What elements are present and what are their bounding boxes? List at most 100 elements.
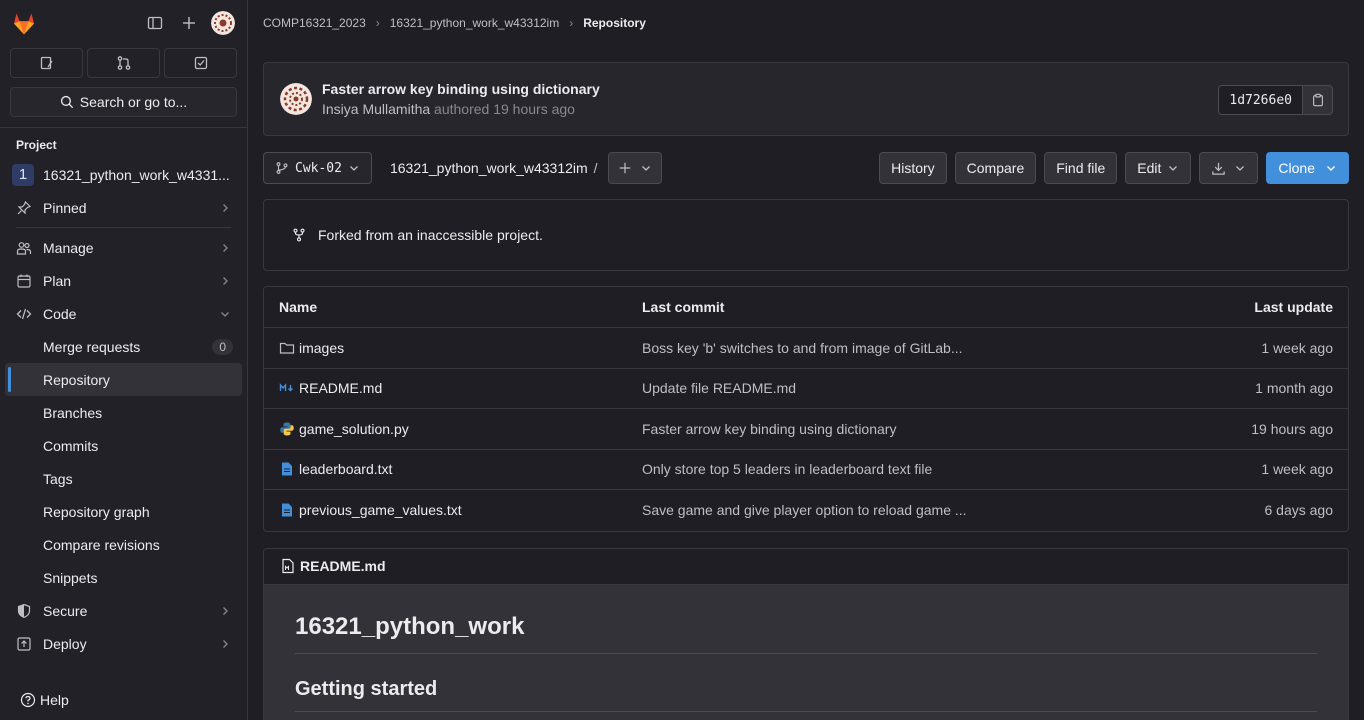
- sidebar-item-merge-requests[interactable]: Merge requests 0: [0, 330, 247, 363]
- file-last-update: 19 hours ago: [1251, 420, 1333, 437]
- calendar-icon: [16, 273, 32, 289]
- file-last-commit[interactable]: Update file README.md: [642, 380, 1133, 396]
- add-to-tree-dropdown[interactable]: [607, 152, 662, 184]
- sidebar-item-branches[interactable]: Branches: [0, 396, 247, 429]
- commit-time: authored 19 hours ago: [434, 101, 575, 117]
- commit-sha[interactable]: 1d7266e0: [1218, 85, 1303, 115]
- help-label: Help: [40, 692, 69, 708]
- search-button[interactable]: Search or go to...: [10, 87, 237, 117]
- table-row[interactable]: previous_game_values.txt Save game and g…: [264, 490, 1348, 531]
- sidebar-item-repository[interactable]: Repository: [5, 363, 242, 396]
- table-header: Name Last commit Last update: [264, 287, 1348, 328]
- deploy-icon: [16, 636, 32, 652]
- history-button[interactable]: History: [879, 152, 947, 184]
- copy-sha-button[interactable]: [1303, 85, 1333, 115]
- commit-title[interactable]: Faster arrow key binding using dictionar…: [322, 81, 600, 97]
- project-link[interactable]: 1 16321_python_work_w4331...: [0, 158, 247, 191]
- gitlab-logo-icon[interactable]: [10, 9, 38, 37]
- sidebar: Search or go to... Project 1 16321_pytho…: [0, 0, 248, 720]
- branch-selector[interactable]: Cwk-02: [263, 152, 372, 184]
- chevron-right-icon: [219, 242, 231, 254]
- sidebar-item-label: Tags: [43, 470, 73, 487]
- todo-icon: [194, 56, 207, 70]
- column-header-name: Name: [279, 299, 318, 315]
- breadcrumb-separator-icon: ›: [569, 16, 574, 30]
- file-last-commit[interactable]: Faster arrow key binding using dictionar…: [642, 421, 1133, 437]
- text-file-icon: [279, 461, 295, 477]
- user-avatar[interactable]: [211, 11, 235, 35]
- file-name[interactable]: previous_game_values.txt: [299, 502, 462, 518]
- sidebar-item-manage[interactable]: Manage: [0, 231, 247, 264]
- sidebar-item-pinned[interactable]: Pinned: [0, 191, 247, 224]
- sidebar-toggle-icon[interactable]: [143, 11, 167, 35]
- last-commit-panel: Faster arrow key binding using dictionar…: [263, 62, 1349, 136]
- chevron-down-icon: [219, 308, 231, 320]
- sidebar-item-commits[interactable]: Commits: [0, 429, 247, 462]
- sidebar-item-label: Code: [43, 305, 77, 322]
- sidebar-item-label: Merge requests: [43, 338, 141, 355]
- sidebar-item-code[interactable]: Code: [0, 297, 247, 330]
- breadcrumb-group[interactable]: COMP16321_2023: [263, 16, 366, 30]
- file-last-commit[interactable]: Only store top 5 leaders in leaderboard …: [642, 461, 1133, 477]
- table-row[interactable]: README.md Update file README.md 1 month …: [264, 369, 1348, 409]
- readme-filename[interactable]: README.md: [300, 558, 386, 574]
- search-label: Search or go to...: [79, 94, 188, 110]
- download-icon: [1212, 162, 1226, 175]
- search-icon: [60, 95, 73, 109]
- chevron-down-icon: [1327, 166, 1335, 171]
- file-name[interactable]: leaderboard.txt: [299, 461, 392, 477]
- file-name[interactable]: images: [299, 340, 344, 356]
- readme-heading-1: 16321_python_work: [295, 613, 1317, 654]
- commit-meta: Insiya Mullamitha authored 19 hours ago: [322, 101, 600, 117]
- issues-button[interactable]: [10, 48, 83, 78]
- code-icon: [16, 306, 32, 322]
- merge-request-icon: [117, 56, 130, 70]
- count-badge: 0: [212, 338, 233, 355]
- breadcrumb-separator-icon: ›: [375, 16, 380, 30]
- commit-author[interactable]: Insiya Mullamitha: [322, 101, 430, 117]
- chevron-right-icon: [219, 275, 231, 287]
- sidebar-item-label: Pinned: [43, 199, 87, 216]
- sidebar-item-label: Compare revisions: [43, 536, 160, 553]
- commit-author-avatar[interactable]: [280, 83, 312, 115]
- sidebar-item-secure[interactable]: Secure: [0, 594, 247, 627]
- chevron-down-icon: [350, 166, 358, 171]
- commit-sha-group: 1d7266e0: [1218, 85, 1333, 115]
- sidebar-item-label: Commits: [43, 437, 99, 454]
- repo-path-root[interactable]: 16321_python_work_w43312im: [390, 160, 588, 176]
- file-name[interactable]: game_solution.py: [299, 421, 409, 437]
- plus-icon[interactable]: [177, 11, 201, 35]
- find-file-button[interactable]: Find file: [1044, 152, 1118, 184]
- chevron-right-icon: [219, 202, 231, 214]
- readme-header: README.md: [264, 548, 1348, 585]
- file-last-commit[interactable]: Save game and give player option to relo…: [642, 502, 1133, 518]
- table-row[interactable]: leaderboard.txt Only store top 5 leaders…: [264, 450, 1348, 490]
- merge-requests-button[interactable]: [87, 48, 160, 78]
- sidebar-item-label: Snippets: [43, 569, 98, 586]
- sidebar-item-plan[interactable]: Plan: [0, 264, 247, 297]
- breadcrumb-current[interactable]: Repository: [583, 16, 646, 30]
- sidebar-header: [0, 0, 247, 46]
- sidebar-item-label: Deploy: [43, 635, 87, 652]
- chevron-down-icon: [1169, 166, 1178, 171]
- table-row[interactable]: game_solution.py Faster arrow key bindin…: [264, 409, 1348, 450]
- todo-button[interactable]: [164, 48, 237, 78]
- sidebar-item-label: Repository: [43, 371, 110, 388]
- edit-label: Edit: [1137, 160, 1162, 176]
- download-dropdown[interactable]: [1199, 152, 1259, 184]
- sidebar-item-compare-revisions[interactable]: Compare revisions: [0, 528, 247, 561]
- sidebar-item-deploy[interactable]: Deploy: [0, 627, 247, 660]
- readme-panel: README.md 16321_python_work Getting star…: [263, 547, 1349, 720]
- edit-dropdown[interactable]: Edit: [1125, 152, 1192, 184]
- file-last-commit[interactable]: Boss key 'b' switches to and from image …: [642, 340, 1133, 356]
- sidebar-item-snippets[interactable]: Snippets: [0, 561, 247, 594]
- breadcrumb-project[interactable]: 16321_python_work_w43312im: [390, 16, 559, 30]
- sidebar-item-tags[interactable]: Tags: [0, 462, 247, 495]
- table-row[interactable]: images Boss key 'b' switches to and from…: [264, 328, 1348, 369]
- compare-button[interactable]: Compare: [954, 152, 1037, 184]
- help-button[interactable]: Help: [20, 690, 69, 710]
- clone-dropdown[interactable]: Clone: [1266, 152, 1349, 184]
- sidebar-item-repository-graph[interactable]: Repository graph: [0, 495, 247, 528]
- file-last-update: 1 week ago: [1261, 461, 1333, 478]
- file-name[interactable]: README.md: [299, 380, 382, 396]
